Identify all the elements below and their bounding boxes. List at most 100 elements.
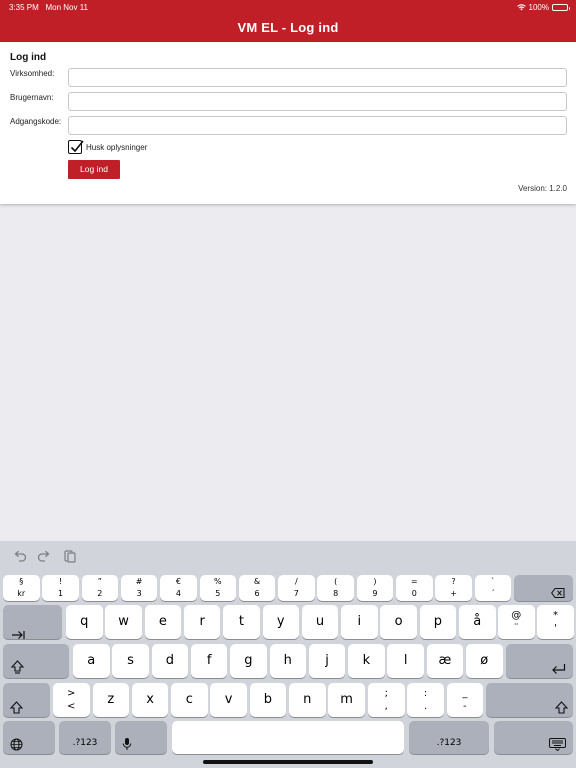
key-9[interactable]: ) 9 (356, 575, 394, 601)
key-label: k (362, 653, 371, 669)
key-label: 0 (411, 589, 417, 598)
key-'[interactable]: * ' (537, 605, 574, 639)
keyboard-dismiss-icon (549, 736, 566, 755)
key-label: ø (480, 653, 489, 669)
key-x[interactable]: x (131, 683, 169, 717)
key-k[interactable]: k (348, 644, 385, 678)
key-label: v (224, 692, 233, 708)
key-5[interactable]: % 5 (199, 575, 236, 601)
key-n[interactable]: n (289, 683, 326, 717)
key-label: .?123 (72, 738, 98, 748)
space-key[interactable] (172, 721, 404, 754)
key-z[interactable]: z (92, 683, 129, 717)
key-label: ¨ (513, 623, 519, 634)
key-label: 8 (333, 589, 339, 598)
key-label: l (403, 653, 408, 669)
key-label: 5 (215, 589, 221, 598)
key-e[interactable]: e (144, 605, 182, 639)
remember-checkbox[interactable] (68, 140, 84, 154)
key-label: . (423, 701, 428, 712)
key-shift-label: = (410, 577, 418, 586)
tab-key[interactable] (3, 605, 62, 639)
undo-icon[interactable] (13, 549, 27, 563)
key-4[interactable]: €4 (160, 575, 197, 601)
key-g[interactable]: g (230, 644, 267, 678)
key-.[interactable]: :. (407, 683, 444, 717)
version-text: Version: 1.2.0 (518, 184, 567, 193)
page-title: VM EL - Log ind (237, 20, 339, 35)
company-field[interactable] (68, 68, 567, 87)
battery-icon (552, 4, 570, 11)
key-f[interactable]: f (190, 644, 228, 678)
key-o[interactable]: o (380, 605, 417, 639)
key-label: z (107, 692, 115, 708)
key-label: j (325, 653, 329, 669)
key-less-than[interactable]: > < (53, 683, 90, 717)
shift-left-key[interactable] (3, 683, 50, 717)
key-c[interactable]: c (171, 683, 208, 717)
key-shift-label: ` (490, 577, 495, 586)
shift-right-key[interactable] (486, 683, 573, 717)
key-2[interactable]: ” 2 (81, 575, 119, 601)
key-label: h (283, 653, 292, 669)
key-shift-label: ) (373, 577, 377, 586)
key-3[interactable]: #3 (120, 575, 158, 601)
key-a[interactable]: a (73, 644, 110, 678)
key-label: 7 (293, 589, 299, 598)
key-d[interactable]: d (151, 644, 189, 678)
key-label: e (158, 614, 167, 630)
key-æ[interactable]: æ (426, 644, 464, 678)
key-j[interactable]: j (308, 644, 346, 678)
key-6[interactable]: & 6 (238, 575, 276, 601)
key-y[interactable]: y (262, 605, 299, 639)
key-0[interactable]: = 0 (396, 575, 433, 601)
key-i[interactable]: i (341, 605, 378, 639)
key-label: kr (17, 589, 26, 598)
key-s[interactable]: s (112, 644, 149, 678)
key-7[interactable]: /7 (278, 575, 315, 601)
password-field[interactable] (68, 116, 567, 135)
key-kr[interactable]: § kr (3, 575, 40, 601)
delete-icon (551, 583, 565, 602)
key-,[interactable]: ;, (368, 683, 405, 717)
paste-icon[interactable] (63, 549, 77, 563)
key-h[interactable]: h (269, 644, 306, 678)
redo-icon[interactable] (37, 549, 51, 563)
dictation-key[interactable] (115, 721, 167, 754)
key-r[interactable]: r (183, 605, 221, 639)
login-button[interactable]: Log ind (68, 160, 120, 179)
delete-key[interactable] (514, 575, 573, 601)
key-shift-label: > (67, 688, 76, 699)
key-l[interactable]: l (387, 644, 424, 678)
key-¨[interactable]: @ ¨ (498, 605, 535, 639)
key-+[interactable]: ? + (435, 575, 472, 601)
key-label: d (165, 653, 174, 669)
numbers-key-right[interactable]: .?123 (409, 721, 489, 754)
key-label: å (473, 614, 482, 630)
key-1[interactable]: ! 1 (42, 575, 79, 601)
key-m[interactable]: m (328, 683, 365, 717)
key-t[interactable]: t (223, 605, 260, 639)
key-8[interactable]: (8 (317, 575, 354, 601)
caps-lock-key[interactable] (3, 644, 69, 678)
key-w[interactable]: w (105, 605, 142, 639)
numbers-key[interactable]: .?123 (59, 721, 111, 754)
key-å[interactable]: å (459, 605, 496, 639)
key-v[interactable]: v (210, 683, 247, 717)
key-´[interactable]: ` ´ (474, 575, 512, 601)
username-field[interactable] (68, 92, 567, 111)
key--[interactable]: _ - (446, 683, 484, 717)
key-b[interactable]: b (249, 683, 287, 717)
key-label: c (185, 692, 193, 708)
key-q[interactable]: q (66, 605, 103, 639)
key-ø[interactable]: ø (466, 644, 503, 678)
key-shift-label: @ (511, 610, 522, 621)
key-label: x (146, 692, 154, 708)
return-key[interactable] (506, 644, 573, 678)
globe-key[interactable] (3, 721, 55, 754)
key-u[interactable]: u (301, 605, 339, 639)
keyboard-dismiss-key[interactable] (494, 721, 573, 754)
caps-lock-icon (10, 659, 25, 678)
key-p[interactable]: p (419, 605, 457, 639)
key-label: 9 (372, 589, 378, 598)
